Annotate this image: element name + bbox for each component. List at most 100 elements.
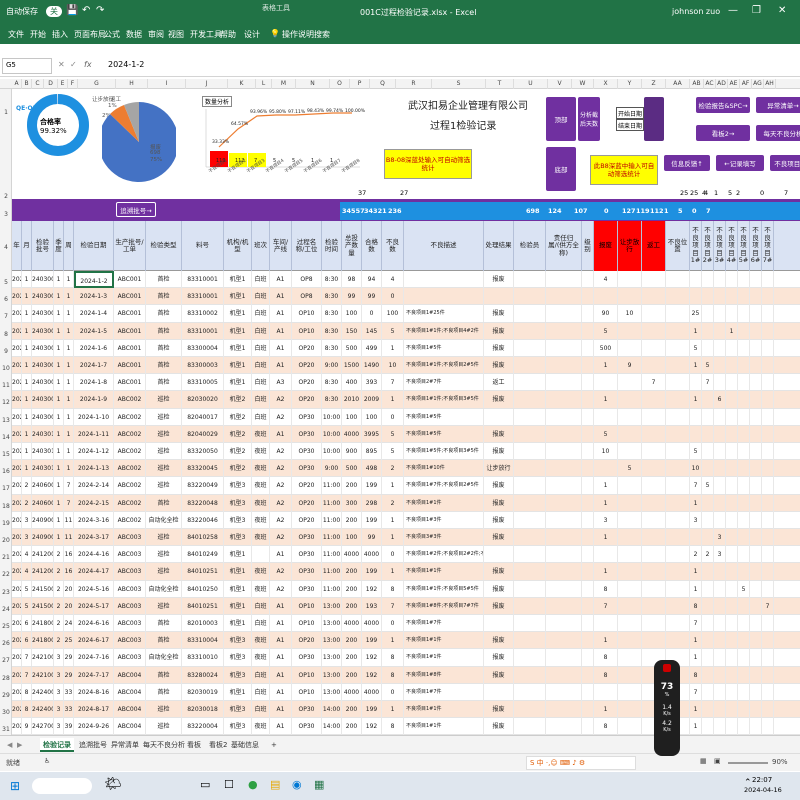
wechat-icon[interactable]: ● bbox=[248, 778, 258, 791]
table-cell[interactable] bbox=[618, 563, 642, 581]
table-cell[interactable]: 2024-5-16 bbox=[74, 580, 114, 598]
table-cell[interactable]: 机型1 bbox=[224, 288, 252, 306]
table-cell[interactable] bbox=[514, 305, 546, 323]
table-cell[interactable] bbox=[546, 546, 582, 564]
table-cell[interactable]: 2024 bbox=[12, 701, 22, 718]
table-cell[interactable]: 3 bbox=[54, 701, 64, 718]
header-cell[interactable]: 不良项目7# bbox=[762, 221, 774, 271]
table-cell[interactable]: 99 bbox=[362, 529, 382, 546]
table-cell[interactable] bbox=[666, 632, 690, 650]
table-cell[interactable] bbox=[582, 322, 594, 340]
table-cell[interactable]: 2 bbox=[54, 632, 64, 650]
table-cell[interactable]: 首检 bbox=[146, 615, 182, 632]
table-cell[interactable]: 100 bbox=[382, 305, 404, 323]
table-cell[interactable]: 夜班 bbox=[252, 580, 270, 598]
table-cell[interactable]: ABC001 bbox=[114, 271, 146, 288]
table-cell[interactable] bbox=[738, 632, 750, 650]
table-cell[interactable]: 夜班 bbox=[252, 632, 270, 650]
table-cell[interactable]: 2024 bbox=[12, 666, 22, 684]
table-cell[interactable] bbox=[618, 511, 642, 529]
table-cell[interactable]: OP10 bbox=[292, 597, 322, 615]
table-cell[interactable]: 83310001 bbox=[182, 288, 224, 306]
table-cell[interactable]: 8 bbox=[382, 649, 404, 667]
row-header[interactable]: 12 bbox=[0, 399, 12, 406]
menu-insert[interactable]: 插入 bbox=[52, 29, 68, 40]
table-cell[interactable]: 6 bbox=[22, 615, 32, 632]
header-cell[interactable]: 报废 bbox=[594, 221, 618, 271]
table-cell[interactable]: 9:00 bbox=[322, 357, 342, 374]
table-cell[interactable]: 20 bbox=[64, 580, 74, 598]
table-cell[interactable] bbox=[762, 494, 774, 512]
table-cell[interactable] bbox=[750, 597, 762, 615]
table-cell[interactable] bbox=[594, 374, 618, 392]
table-cell[interactable]: 机型1 bbox=[224, 305, 252, 323]
table-cell[interactable]: 8:30 bbox=[322, 391, 342, 409]
add-sheet-button[interactable]: + bbox=[268, 738, 280, 752]
table-cell[interactable] bbox=[714, 374, 726, 392]
table-cell[interactable] bbox=[726, 357, 738, 374]
menu-formulas[interactable]: 公式 bbox=[104, 29, 120, 40]
formula-input[interactable]: 2024-1-2 bbox=[108, 60, 144, 69]
table-cell[interactable]: 11:00 bbox=[322, 477, 342, 495]
table-cell[interactable] bbox=[642, 339, 666, 357]
table-cell[interactable] bbox=[582, 305, 594, 323]
table-cell[interactable]: 1 bbox=[54, 339, 64, 357]
table-cell[interactable] bbox=[702, 443, 714, 460]
row-header[interactable]: 20 bbox=[0, 537, 12, 544]
table-cell[interactable]: 2024-1-4 bbox=[74, 305, 114, 323]
table-cell[interactable]: 2024 bbox=[12, 339, 22, 357]
table-cell[interactable] bbox=[546, 288, 582, 306]
table-cell[interactable] bbox=[642, 580, 666, 598]
sheet-tab[interactable]: 检验记录 bbox=[40, 738, 74, 752]
table-cell[interactable]: 2406002 bbox=[32, 494, 54, 512]
table-cell[interactable] bbox=[582, 357, 594, 374]
table-cell[interactable] bbox=[594, 546, 618, 564]
table-cell[interactable]: 11 bbox=[64, 529, 74, 546]
table-cell[interactable] bbox=[702, 632, 714, 650]
table-cell[interactable]: ABC001 bbox=[114, 374, 146, 392]
table-cell[interactable]: 16 bbox=[64, 546, 74, 564]
table-cell[interactable] bbox=[546, 494, 582, 512]
table-cell[interactable]: A1 bbox=[270, 305, 292, 323]
table-cell[interactable] bbox=[666, 408, 690, 426]
table-cell[interactable] bbox=[702, 701, 714, 718]
table-cell[interactable]: 1 bbox=[22, 322, 32, 340]
table-cell[interactable]: 200 bbox=[342, 649, 362, 667]
table-cell[interactable]: 巡检 bbox=[146, 701, 182, 718]
row-header[interactable]: 8 bbox=[0, 331, 12, 338]
table-cell[interactable]: 199 bbox=[362, 701, 382, 718]
table-cell[interactable]: 自动化全检 bbox=[146, 580, 182, 598]
table-cell[interactable]: ABC003 bbox=[114, 597, 146, 615]
table-cell[interactable]: 25 bbox=[64, 632, 74, 650]
zoom-slider[interactable] bbox=[728, 762, 768, 764]
table-cell[interactable] bbox=[726, 460, 738, 478]
table-cell[interactable]: 首检 bbox=[146, 339, 182, 357]
table-cell[interactable] bbox=[762, 271, 774, 288]
table-cell[interactable] bbox=[762, 408, 774, 426]
table-cell[interactable] bbox=[738, 425, 750, 443]
table-cell[interactable]: 机型1 bbox=[224, 683, 252, 701]
table-cell[interactable]: ABC003 bbox=[114, 580, 146, 598]
menu-search[interactable]: 操作说明搜索 bbox=[282, 29, 330, 40]
table-cell[interactable]: 2403010 bbox=[32, 425, 54, 443]
table-cell[interactable]: 1 bbox=[54, 477, 64, 495]
table-cell[interactable]: 8 bbox=[382, 666, 404, 684]
table-cell[interactable] bbox=[714, 718, 726, 735]
table-cell[interactable] bbox=[750, 443, 762, 460]
table-cell[interactable]: 3 bbox=[714, 546, 726, 564]
table-cell[interactable] bbox=[582, 425, 594, 443]
row-header[interactable]: 30 bbox=[0, 709, 12, 716]
table-cell[interactable]: A1 bbox=[270, 546, 292, 564]
table-cell[interactable]: OP20 bbox=[292, 494, 322, 512]
table-cell[interactable] bbox=[750, 322, 762, 340]
table-cell[interactable] bbox=[546, 391, 582, 409]
row-header[interactable]: 31 bbox=[0, 726, 12, 733]
table-cell[interactable]: 夜班 bbox=[252, 529, 270, 546]
row-header[interactable]: 24 bbox=[0, 606, 12, 613]
table-cell[interactable] bbox=[714, 632, 726, 650]
column-header[interactable]: M bbox=[272, 79, 296, 89]
table-cell[interactable]: 1 bbox=[22, 425, 32, 443]
table-cell[interactable] bbox=[546, 632, 582, 650]
table-cell[interactable]: 巡检 bbox=[146, 425, 182, 443]
table-cell[interactable]: 巡检 bbox=[146, 408, 182, 426]
